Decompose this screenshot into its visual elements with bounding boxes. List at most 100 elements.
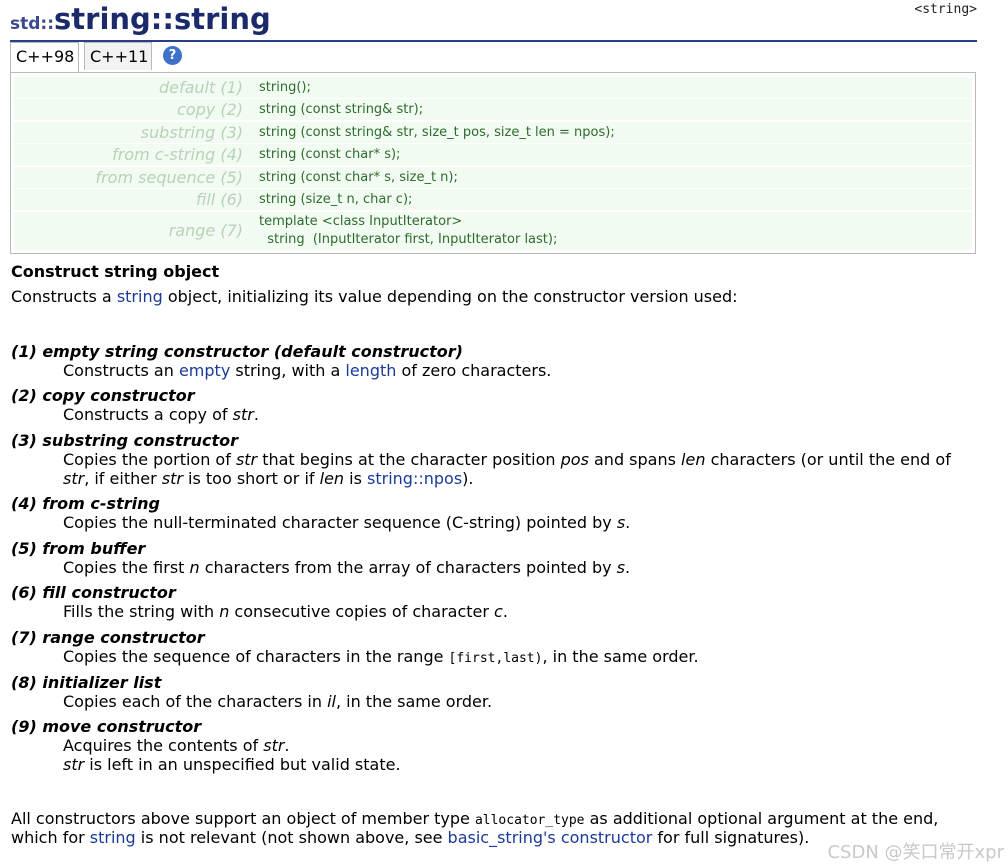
constructor-title: (3) substring constructor [11, 431, 238, 450]
inline-text: , in the same order. [542, 647, 699, 666]
prototype-row: default (1) string(); [14, 77, 972, 98]
constructor-description: Copies the portion of str that begins at… [63, 450, 951, 469]
prototype-row: copy (2) string (const string& str); [14, 99, 972, 120]
prototype-code: string(); [259, 80, 311, 95]
footer-line: which for string is not relevant (not sh… [11, 828, 809, 847]
inline-text: , if either [84, 469, 162, 488]
tab-cpp98[interactable]: C++98 [10, 42, 79, 73]
inline-text: characters (or until the end of [705, 450, 951, 469]
inline-text: Copies the sequence of characters in the… [63, 647, 449, 666]
inline-param: pos [560, 450, 589, 469]
watermark: CSDN @笑口常开xpr [827, 842, 1004, 863]
inline-param: s [616, 513, 626, 532]
intro-text: object, initializing its value depending… [162, 287, 738, 306]
constructor-description: str is left in an unspecified but valid … [63, 755, 401, 774]
inline-param: str [161, 469, 183, 488]
inline-code: allocator_type [474, 813, 585, 828]
constructor-description: Copies the null-terminated character seq… [63, 513, 630, 532]
tab-cpp11[interactable]: C++11 [84, 42, 152, 70]
constructor-title: (9) move constructor [11, 717, 202, 736]
inline-param: n [219, 602, 230, 621]
constructor-description: Copies the sequence of characters in the… [63, 647, 699, 666]
constructor-description: str, if either str is too short or if le… [63, 469, 474, 488]
inline-param: n [189, 558, 200, 577]
help-icon[interactable]: ? [163, 46, 182, 65]
inline-text: Copies the portion of [63, 450, 236, 469]
inline-link[interactable]: 's constructor [543, 828, 652, 847]
prototype-label: from sequence (5) [95, 168, 243, 187]
inline-link[interactable]: empty [179, 361, 230, 380]
prototype-label: substring (3) [140, 123, 243, 142]
prototype-code: string (const string& str, size_t pos, s… [259, 125, 615, 140]
intro-text: Constructs a [11, 287, 117, 306]
page-header: std::string::string <string> [10, 0, 977, 42]
prototype-label: default (1) [158, 78, 243, 97]
constructor-title: (8) initializer list [11, 673, 162, 692]
prototype-code: string (const char* s); [259, 147, 401, 162]
inline-param: str [235, 450, 258, 469]
inline-text: is [344, 469, 368, 488]
constructor-description: Copies each of the characters in il, in … [63, 692, 492, 711]
prototype-table: default (1) string(); copy (2) string (cons… [10, 72, 976, 254]
inline-text: is left in an unspecified but valid stat… [84, 755, 401, 774]
inline-text: Acquires the contents of [63, 736, 264, 755]
inline-text: for full signatures). [652, 828, 810, 847]
inline-link[interactable]: length [345, 361, 396, 380]
inline-param: il [327, 692, 336, 711]
inline-text: . [625, 513, 631, 532]
inline-text: Copies the first [63, 558, 190, 577]
prototype-row: from sequence (5) string (const char* s, … [14, 167, 972, 188]
inline-param: len [681, 450, 706, 469]
prototype-code: string (const char* s, size_t n); [259, 170, 458, 185]
header-file-link[interactable]: <string> [914, 2, 977, 17]
title-namespace: std:: [10, 14, 55, 34]
footer-line: All constructors above support an object… [11, 809, 938, 828]
prototype-label: range (7) [168, 221, 243, 240]
inline-text: that begins at the character position [257, 450, 561, 469]
inline-param: len [319, 469, 345, 488]
inline-text: as additional optional argument at the e… [584, 809, 939, 828]
inline-text: string, with a [230, 361, 346, 380]
inline-text: consecutive copies of character [229, 602, 495, 621]
title-name: string::string [54, 2, 271, 36]
constructor-title: (5) from buffer [11, 539, 146, 558]
prototype-label: copy (2) [177, 100, 243, 119]
constructor-title: (4) from c-string [11, 494, 160, 513]
inline-text: and spans [588, 450, 682, 469]
constructor-description: Copies the first n characters from the a… [63, 558, 630, 577]
inline-param: str [63, 755, 85, 774]
prototype-label: from c-string (4) [112, 145, 243, 164]
inline-link[interactable]: string::npos [367, 469, 462, 488]
inline-text: . [502, 602, 508, 621]
prototype-row: fill (6) string (size_t n, char c); [14, 189, 972, 210]
prototype-row: range (7) template <class InputIterator> … [14, 212, 972, 250]
inline-text: characters from the array of characters … [199, 558, 617, 577]
constructor-description: Fills the string with n consecutive copi… [63, 602, 508, 621]
inline-text: ). [462, 469, 474, 488]
prototype-row: substring (3) string (const string& str, … [14, 122, 972, 143]
inline-param: c [494, 602, 503, 621]
inline-text: is not relevant (not shown above, see [135, 828, 448, 847]
prototype-code: template <class InputIterator> string (I… [259, 214, 558, 247]
inline-text: which for [11, 828, 90, 847]
constructor-title: (6) fill constructor [11, 583, 176, 602]
inline-link[interactable]: basic_string [448, 828, 543, 847]
page-title: std::string::string [10, 2, 271, 36]
inline-link[interactable]: string [90, 828, 136, 847]
prototype-row: from c-string (4) string (const char* s); [14, 144, 972, 165]
inline-text: . [625, 558, 631, 577]
inline-text: Copies the null-terminated character seq… [63, 513, 617, 532]
section-heading: Construct string object [11, 262, 220, 281]
intro-string-link[interactable]: string [117, 287, 163, 306]
inline-text: Constructs an [63, 361, 179, 380]
inline-param: str [263, 736, 285, 755]
inline-code: [first,last) [448, 651, 543, 666]
inline-text: Fills the string with [63, 602, 220, 621]
prototype-label: fill (6) [196, 190, 243, 209]
inline-text: , in the same order. [335, 692, 493, 711]
constructor-description: Constructs an empty string, with a lengt… [63, 361, 551, 380]
inline-text: of zero characters. [396, 361, 552, 380]
inline-text: is too short or if [182, 469, 320, 488]
constructor-title: (2) copy constructor [11, 386, 195, 405]
inline-text: . [284, 736, 290, 755]
